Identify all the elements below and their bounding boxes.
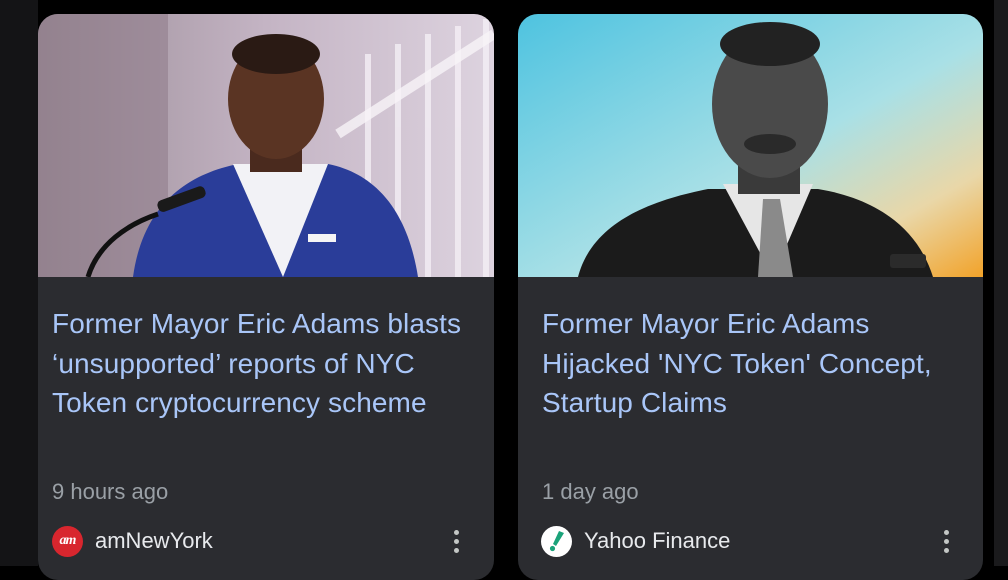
left-edge-strip <box>0 0 38 566</box>
article-thumbnail[interactable] <box>38 14 494 277</box>
right-edge-strip <box>994 0 1008 566</box>
amnewyork-logo-icon: am <box>52 525 83 557</box>
news-card[interactable]: Former Mayor Eric Adams blasts ‘unsuppor… <box>38 14 494 580</box>
article-source[interactable]: am amNewYork <box>52 524 213 558</box>
article-headline[interactable]: Former Mayor Eric Adams Hijacked 'NYC To… <box>542 304 963 423</box>
news-card[interactable]: Former Mayor Eric Adams Hijacked 'NYC To… <box>518 14 983 580</box>
article-timestamp: 9 hours ago <box>52 479 169 504</box>
more-options-icon[interactable] <box>936 526 956 556</box>
article-source[interactable]: Yahoo Finance <box>541 524 730 558</box>
yahoo-finance-logo-icon <box>541 525 572 557</box>
portrait-photo <box>518 14 983 277</box>
source-name: amNewYork <box>95 528 213 553</box>
more-options-icon[interactable] <box>446 526 466 556</box>
speaker-photo <box>38 14 494 277</box>
article-thumbnail[interactable] <box>518 14 983 277</box>
article-timestamp: 1 day ago <box>542 479 639 504</box>
article-headline[interactable]: Former Mayor Eric Adams blasts ‘unsuppor… <box>52 304 474 423</box>
source-name: Yahoo Finance <box>584 528 731 553</box>
